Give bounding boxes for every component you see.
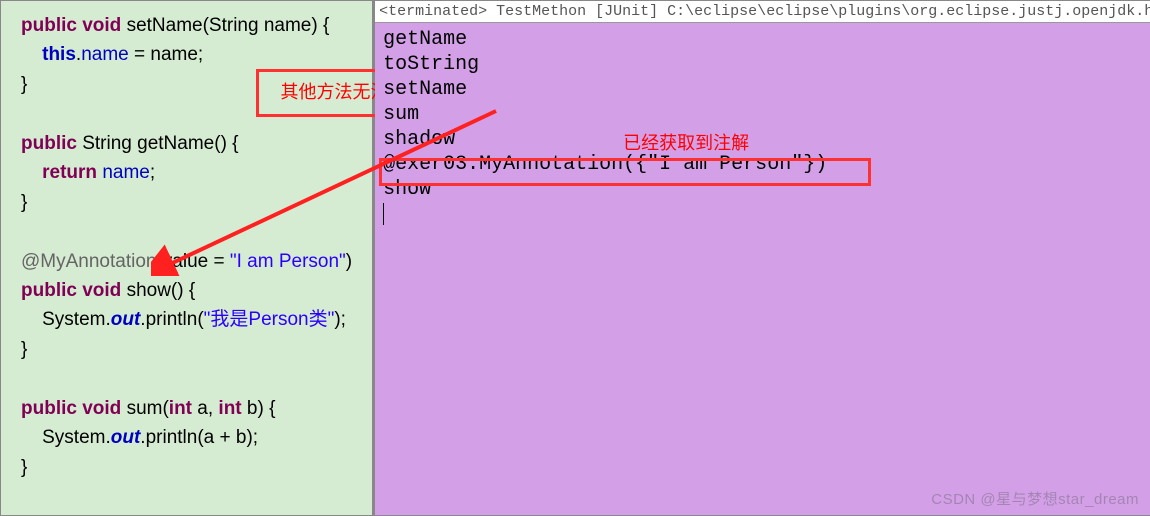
string-literal: "我是Person类" (204, 309, 335, 330)
static-out: out (111, 427, 141, 448)
keyword-void: void (82, 280, 121, 301)
code-editor-pane[interactable]: public void setName(String name) { this.… (1, 1, 375, 515)
static-out: out (111, 309, 141, 330)
keyword-public: public (21, 133, 77, 154)
field-name: name (102, 162, 150, 183)
keyword-public: public (21, 15, 77, 36)
keyword-void: void (82, 15, 121, 36)
console-line: toString (383, 52, 1150, 77)
cursor-line (383, 202, 1150, 227)
string-literal: "I am Person" (230, 251, 346, 272)
text-cursor-icon (383, 203, 384, 225)
keyword-public: public (21, 398, 77, 419)
keyword-int: int (218, 398, 241, 419)
console-line: setName (383, 77, 1150, 102)
console-line: getName (383, 27, 1150, 52)
annotation: @MyAnnotation (21, 251, 156, 272)
annotation-label-got-annotation: 已经获取到注解 (623, 129, 749, 155)
method-signature: show() { (121, 280, 195, 301)
console-line: shadow (383, 127, 1150, 152)
console-output: getName toString setName sum shadow @exe… (375, 23, 1150, 231)
keyword-void: void (82, 398, 121, 419)
method-signature: setName(String name) { (121, 15, 329, 36)
keyword-int: int (169, 398, 192, 419)
keyword-this: this (42, 44, 76, 65)
keyword-public: public (21, 280, 77, 301)
console-line: sum (383, 102, 1150, 127)
terminal-header: <terminated> TestMethon [JUnit] C:\eclip… (375, 1, 1150, 23)
field-name: name (81, 44, 129, 65)
keyword-return: return (42, 162, 97, 183)
console-line: show (383, 177, 1150, 202)
console-line: @exer03.MyAnnotation({"I am Person"}) (383, 152, 1150, 177)
method-signature: String getName() { (77, 133, 239, 154)
console-pane[interactable]: <terminated> TestMethon [JUnit] C:\eclip… (375, 1, 1150, 515)
